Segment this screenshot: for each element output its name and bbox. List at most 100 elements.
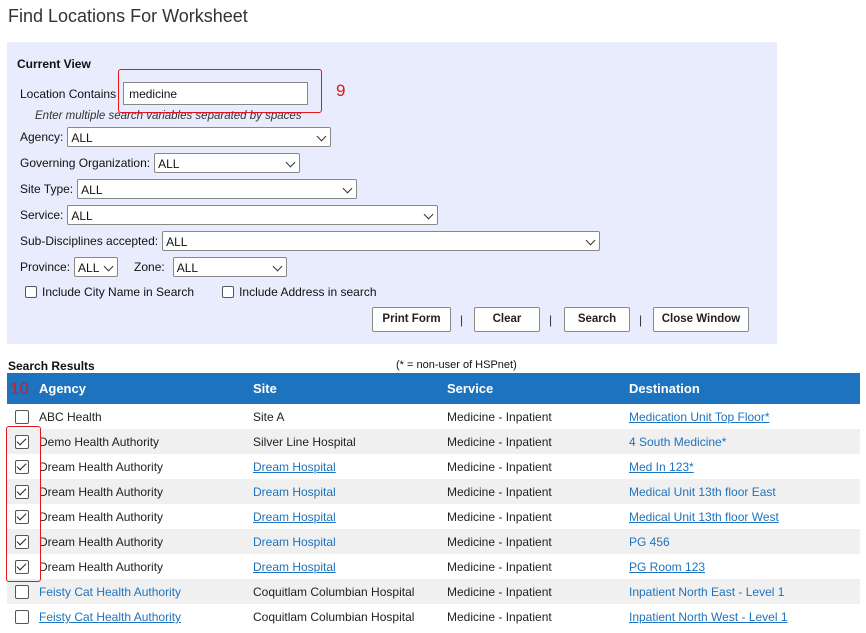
agency-cell: Dream Health Authority bbox=[39, 535, 164, 549]
agency-row: Agency: ALL bbox=[20, 127, 332, 147]
annotation-number: 9 bbox=[336, 81, 346, 100]
site-cell: Coquitlam Columbian Hospital bbox=[253, 610, 415, 624]
service-cell: Medicine - Inpatient bbox=[447, 510, 552, 524]
table-row: Dream Health Authority Dream Hospital Medi… bbox=[7, 529, 860, 554]
row-checkbox[interactable] bbox=[15, 410, 29, 424]
subdisc-label: Sub-Disciplines accepted: bbox=[20, 234, 159, 248]
province-label: Province: bbox=[20, 260, 71, 274]
table-row: Demo Health Authority Silver Line Hospita… bbox=[7, 429, 860, 454]
site-cell[interactable]: Dream Hospital bbox=[253, 485, 336, 499]
section-title: Current View bbox=[17, 57, 91, 71]
results-note: (* = non-user of HSPnet) bbox=[396, 359, 517, 371]
chevron-down-icon bbox=[342, 183, 353, 194]
destination-link[interactable]: Inpatient North East - Level 1 bbox=[629, 585, 784, 599]
annotation-box-location bbox=[118, 69, 322, 113]
results-label: Search Results bbox=[8, 359, 95, 373]
site-type-row: Site Type: ALL bbox=[20, 179, 358, 199]
agency-cell[interactable]: Feisty Cat Health Authority bbox=[39, 610, 181, 624]
agency-cell: Dream Health Authority bbox=[39, 510, 164, 524]
agency-value: ALL bbox=[71, 131, 93, 145]
search-button[interactable]: Search bbox=[564, 307, 630, 332]
include-options-row: Include City Name in Search Include Addr… bbox=[25, 285, 377, 299]
zone-value: ALL bbox=[176, 261, 199, 275]
agency-cell: Dream Health Authority bbox=[39, 485, 164, 499]
col-header-destination[interactable]: Destination bbox=[629, 381, 700, 396]
site-type-label: Site Type: bbox=[20, 182, 74, 196]
gov-org-label: Governing Organization: bbox=[20, 156, 151, 170]
province-select[interactable]: ALL bbox=[74, 257, 119, 277]
close-window-button[interactable]: Close Window bbox=[653, 307, 749, 332]
results-table-header: Agency Site Service Destination bbox=[7, 373, 860, 404]
col-header-service[interactable]: Service bbox=[447, 381, 493, 396]
service-cell: Medicine - Inpatient bbox=[447, 610, 552, 624]
col-header-site[interactable]: Site bbox=[253, 381, 277, 396]
agency-cell: Dream Health Authority bbox=[39, 460, 164, 474]
destination-link[interactable]: Medical Unit 13th floor West bbox=[629, 510, 779, 524]
table-row: Dream Health Authority Dream Hospital Medi… bbox=[7, 504, 860, 529]
table-row: ABC Health Site A Medicine - Inpatient Medi… bbox=[7, 404, 860, 429]
destination-link[interactable]: PG 456 bbox=[629, 535, 670, 549]
service-cell: Medicine - Inpatient bbox=[447, 535, 552, 549]
destination-link[interactable]: Medication Unit Top Floor* bbox=[629, 410, 770, 424]
gov-org-select[interactable]: ALL bbox=[154, 153, 301, 173]
button-separator: | bbox=[549, 313, 553, 327]
site-cell: Site A bbox=[253, 410, 285, 424]
row-checkbox[interactable] bbox=[15, 585, 29, 599]
destination-link[interactable]: 4 South Medicine* bbox=[629, 435, 726, 449]
province-value: ALL bbox=[78, 261, 100, 275]
button-separator: | bbox=[460, 313, 464, 327]
row-checkbox[interactable] bbox=[15, 610, 29, 624]
destination-link[interactable]: Med In 123* bbox=[629, 460, 694, 474]
col-header-agency[interactable]: Agency bbox=[39, 381, 86, 396]
clear-button[interactable]: Clear bbox=[474, 307, 540, 332]
site-cell: Silver Line Hospital bbox=[253, 435, 356, 449]
include-city-checkbox[interactable] bbox=[25, 286, 37, 298]
zone-label: Zone: bbox=[134, 260, 165, 274]
site-cell[interactable]: Dream Hospital bbox=[253, 560, 336, 574]
include-address-checkbox[interactable] bbox=[222, 286, 235, 298]
agency-cell: ABC Health bbox=[39, 410, 102, 424]
site-cell[interactable]: Dream Hospital bbox=[253, 510, 336, 524]
include-address-label: Include Address in search bbox=[239, 285, 377, 299]
annotation-number: 10 bbox=[10, 379, 29, 398]
location-label: Location Contains bbox=[20, 86, 117, 101]
destination-link[interactable]: Inpatient North West - Level 1 bbox=[629, 610, 788, 624]
agency-select[interactable]: ALL bbox=[67, 127, 332, 147]
site-cell[interactable]: Dream Hospital bbox=[253, 460, 336, 474]
site-type-value: ALL bbox=[81, 183, 103, 197]
print-form-button[interactable]: Print Form bbox=[372, 307, 451, 332]
agency-cell: Dream Health Authority bbox=[39, 560, 164, 574]
service-cell: Medicine - Inpatient bbox=[447, 435, 552, 449]
agency-label: Agency: bbox=[20, 130, 64, 144]
include-city-label: Include City Name in Search bbox=[42, 285, 195, 299]
service-cell: Medicine - Inpatient bbox=[447, 410, 552, 424]
page-title: Find Locations For Worksheet bbox=[8, 6, 248, 26]
service-select[interactable]: ALL bbox=[67, 205, 439, 225]
button-separator: | bbox=[639, 313, 643, 327]
service-cell: Medicine - Inpatient bbox=[447, 585, 552, 599]
subdisc-select[interactable]: ALL bbox=[162, 231, 601, 251]
subdisc-value: ALL bbox=[166, 235, 188, 249]
chevron-down-icon bbox=[316, 131, 327, 142]
zone-select[interactable]: ALL bbox=[172, 257, 287, 277]
service-value: ALL bbox=[71, 209, 93, 223]
agency-cell[interactable]: Feisty Cat Health Authority bbox=[39, 585, 181, 599]
table-row: Feisty Cat Health Authority Coquitlam Col… bbox=[7, 579, 860, 604]
province-zone-row: Province: ALL Zone: ALL bbox=[20, 257, 287, 277]
chevron-down-icon bbox=[103, 261, 114, 272]
service-label: Service: bbox=[20, 208, 64, 222]
destination-link[interactable]: PG Room 123 bbox=[629, 560, 705, 574]
agency-cell: Demo Health Authority bbox=[39, 435, 160, 449]
site-type-select[interactable]: ALL bbox=[77, 179, 358, 199]
service-row: Service: ALL bbox=[20, 205, 439, 225]
service-cell: Medicine - Inpatient bbox=[447, 460, 552, 474]
table-row: Dream Health Authority Dream Hospital Medi… bbox=[7, 554, 860, 579]
destination-link[interactable]: Medical Unit 13th floor East bbox=[629, 485, 776, 499]
site-cell[interactable]: Dream Hospital bbox=[253, 535, 336, 549]
site-cell: Coquitlam Columbian Hospital bbox=[253, 585, 415, 599]
table-row: Feisty Cat Health Authority Coquitlam Col… bbox=[7, 604, 860, 629]
service-cell: Medicine - Inpatient bbox=[447, 485, 552, 499]
table-row: Dream Health Authority Dream Hospital Medi… bbox=[7, 454, 860, 479]
chevron-down-icon bbox=[272, 261, 283, 272]
gov-org-value: ALL bbox=[158, 157, 180, 171]
